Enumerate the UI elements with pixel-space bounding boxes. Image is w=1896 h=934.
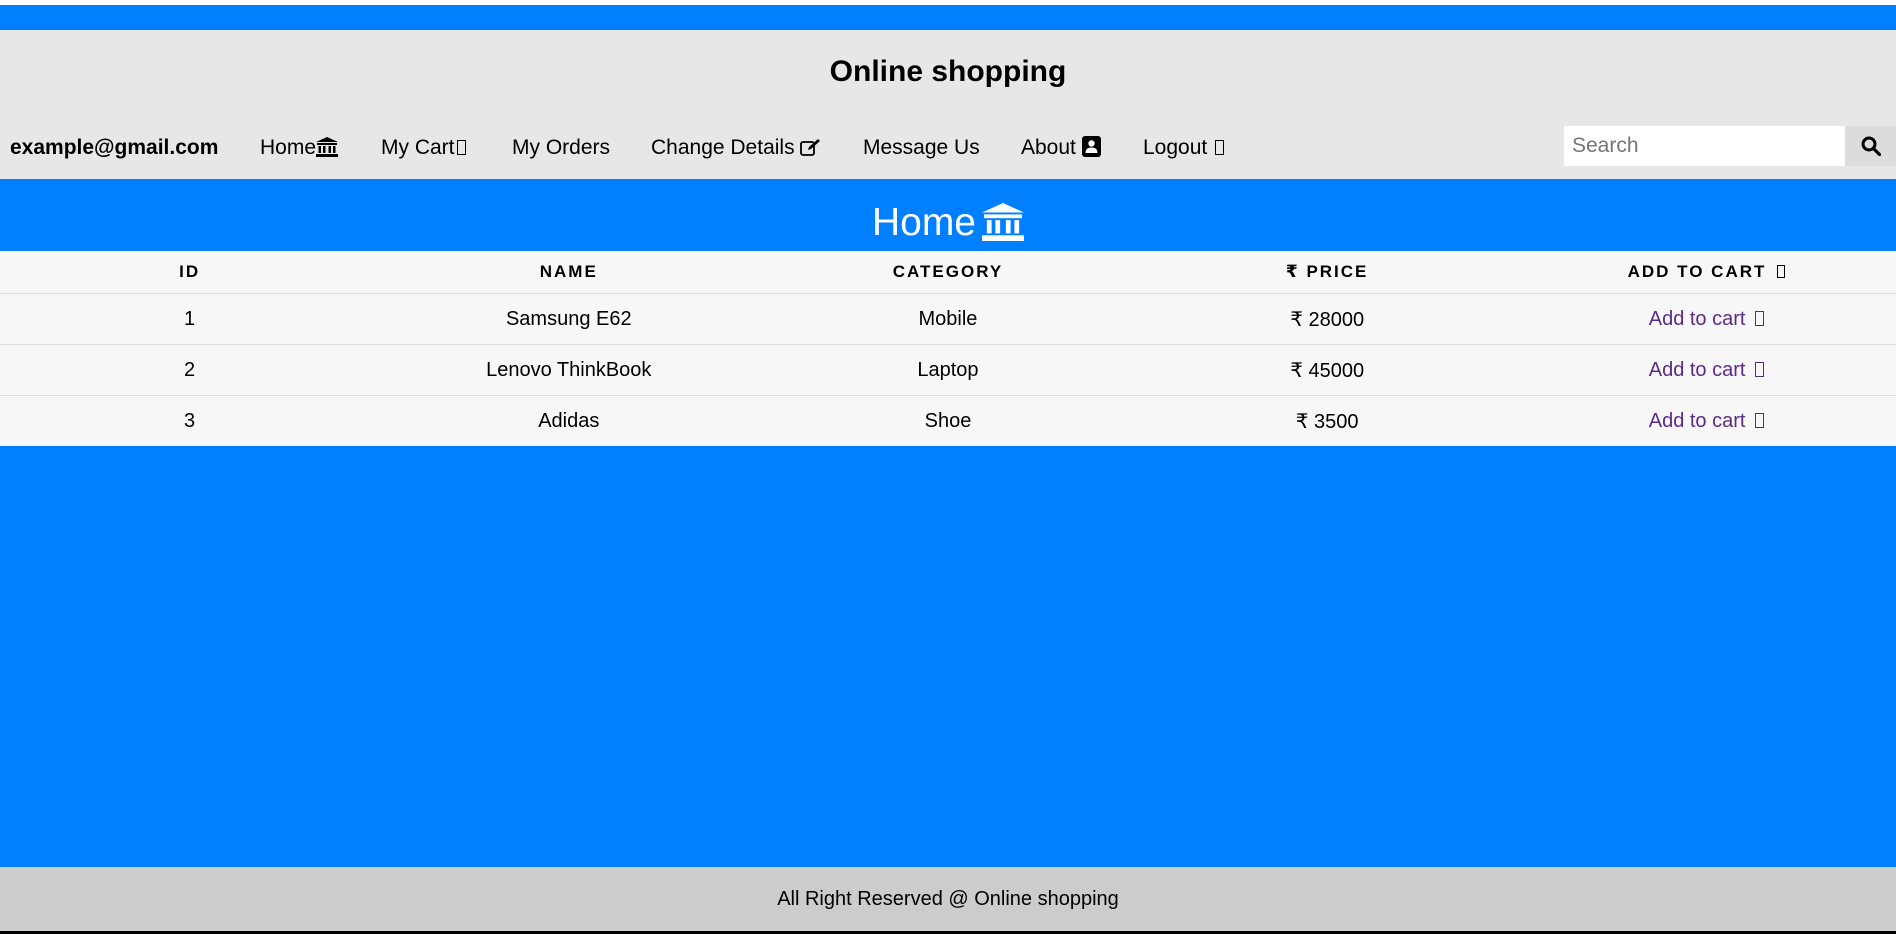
cell-price: ₹ 3500 [1295,410,1359,433]
add-to-cart-label: Add to cart [1648,307,1746,330]
cell-action: Add to cart [1516,344,1896,396]
nav-item-home[interactable]: Home [260,126,339,169]
search-bar [1564,126,1896,166]
nav-item-change-details[interactable]: Change Details [651,126,821,169]
nav-item-label: Message Us [863,136,980,159]
products-table: ID NAME CATEGORY ₹ PRICE ADD TO CART 1 S… [0,251,1896,446]
nav-item-label: My Orders [512,136,611,159]
page-heading-label: Home [871,201,977,244]
nav-item-logout[interactable]: Logout [1143,126,1225,169]
user-email: example@gmail.com [10,136,219,159]
top-accent-strip [0,5,1896,30]
page-heading: Home [0,201,1896,245]
cell-price: ₹ 28000 [1137,293,1517,345]
table-row: 2 Lenovo ThinkBook Laptop ₹ 45000 Add to… [0,344,1896,396]
bank-icon [982,203,1024,241]
edit-icon [800,139,821,156]
cell-category: Laptop [758,344,1138,396]
add-to-cart-link[interactable]: Add to cart [1648,358,1765,381]
cell-id: 2 [0,344,380,396]
nav-item-label: My Cart [381,136,455,159]
navbar: example@gmail.com Home My Cart My Orders… [0,126,1896,169]
footer: All Right Reserved @ Online shopping [0,867,1896,931]
nav-item-label: Logout [1143,136,1208,159]
add-to-cart-link[interactable]: Add to cart [1648,307,1765,330]
cart-icon [456,140,466,155]
add-to-cart-label: Add to cart [1648,409,1746,432]
table-row: 3 Adidas Shoe ₹ 3500 Add to cart [0,396,1896,447]
column-header-label: ADD TO CART [1627,262,1767,281]
nav-item-about[interactable]: About [1021,126,1101,169]
bank-icon [316,137,339,157]
search-button[interactable] [1845,126,1896,166]
add-to-cart-label: Add to cart [1648,358,1746,381]
column-header-category: CATEGORY [758,251,1138,294]
address-book-icon [1081,136,1101,157]
nav-item-label: Home [260,136,317,159]
table-row: 1 Samsung E62 Mobile ₹ 28000 Add to cart [0,293,1896,345]
cart-icon [1755,310,1765,326]
nav-item-my-orders[interactable]: My Orders [512,126,610,169]
sign-out-icon [1215,140,1225,155]
page: Online shopping example@gmail.com Home M… [0,0,1896,934]
cell-name: Adidas [538,409,600,432]
search-input[interactable] [1564,126,1845,166]
footer-text: All Right Reserved @ Online shopping [777,888,1119,910]
cart-icon [1755,361,1765,377]
cart-icon [1777,265,1786,278]
cell-id: 3 [184,409,196,432]
site-title: Online shopping [829,55,1067,88]
cell-price: ₹ 45000 [1137,344,1517,396]
column-header-name: NAME [379,251,759,294]
column-header-add-to-cart: ADD TO CART [1516,251,1896,294]
cell-action: Add to cart [1517,396,1896,447]
cell-action: Add to cart [1516,293,1896,345]
cell-category: Mobile [758,293,1138,345]
main-content: Home ID NAME CATEGORY ₹ PRICE ADD TO CAR… [0,179,1896,867]
nav-item-my-cart[interactable]: My Cart [381,126,466,169]
cell-category: Shoe [924,409,972,432]
cell-name: Lenovo ThinkBook [379,344,759,396]
add-to-cart-link[interactable]: Add to cart [1648,409,1765,432]
nav-item-message-us[interactable]: Message Us [863,126,980,169]
cell-name: Samsung E62 [379,293,759,345]
nav-item-label: Change Details [651,136,795,159]
table-header-row: ID NAME CATEGORY ₹ PRICE ADD TO CART [0,251,1896,294]
cart-icon [1755,412,1765,428]
column-header-price: ₹ PRICE [1137,251,1517,294]
nav-item-label: About [1021,136,1076,159]
search-icon [1861,136,1881,156]
cell-id: 1 [0,293,380,345]
column-header-id: ID [0,251,380,294]
